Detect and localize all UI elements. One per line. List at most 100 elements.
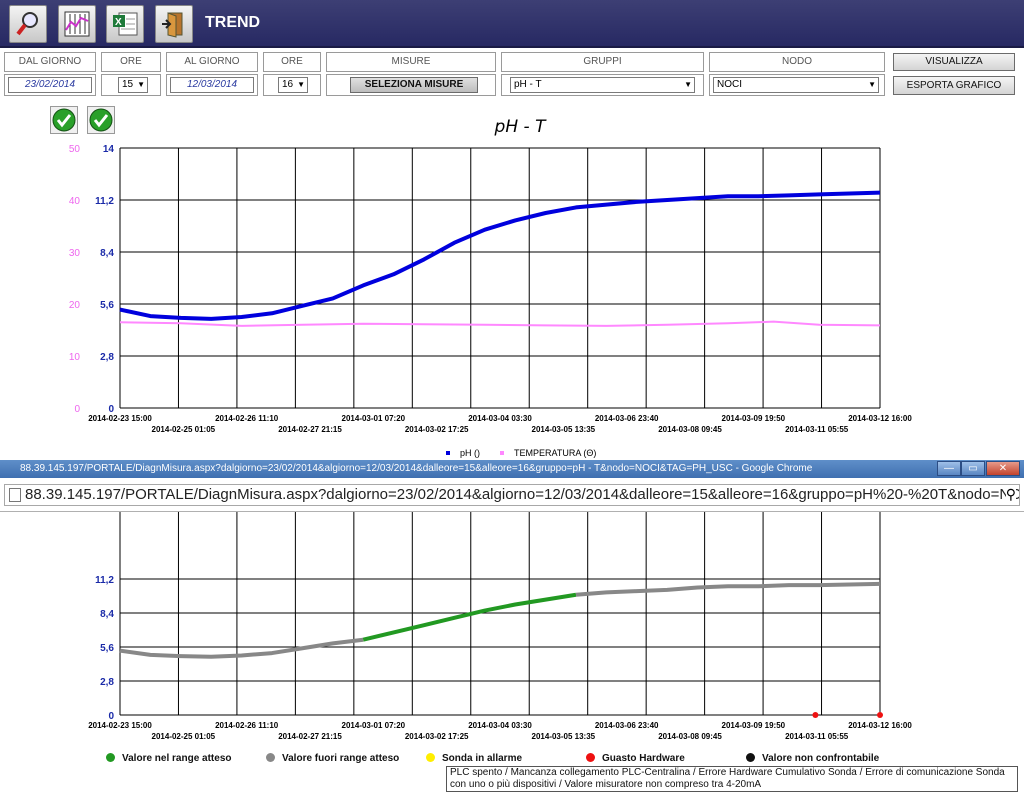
close-button[interactable]: ✕	[986, 461, 1020, 476]
search-icon[interactable]: ⚲	[1005, 486, 1016, 503]
x-tick-label: 2014-03-08 09:45	[658, 732, 722, 741]
legend-item[interactable]: Guasto Hardware	[586, 753, 685, 764]
legend-dot	[426, 753, 435, 762]
x-tick-label: 2014-03-02 17:25	[405, 425, 469, 434]
misure-cell: SELEZIONA MISURE	[326, 74, 496, 96]
ore-header-1: ORE	[101, 52, 161, 72]
y2-tick-label: 30	[69, 248, 81, 259]
dal-giorno-cell: 23/02/2014	[4, 74, 96, 96]
legend-item: Valore fuori range atteso	[266, 753, 399, 764]
trend-chart-button[interactable]	[58, 5, 96, 43]
svg-text:X: X	[115, 17, 122, 28]
series-line	[575, 581, 881, 597]
exit-button[interactable]	[155, 5, 193, 43]
filter-bar: DAL GIORNO ORE AL GIORNO ORE MISURE GRUP…	[0, 50, 1024, 98]
minimize-button[interactable]: —	[937, 461, 961, 476]
seleziona-misure-button[interactable]: SELEZIONA MISURE	[350, 77, 478, 93]
x-tick-label: 2014-02-23 15:00	[88, 721, 152, 730]
y-tick-label: 2,8	[100, 677, 114, 688]
ore-select-1[interactable]: 15 ▼	[118, 77, 148, 93]
y2-tick-label: 40	[69, 196, 81, 207]
x-tick-label: 2014-03-05 13:35	[532, 425, 596, 434]
door-exit-icon	[162, 12, 183, 38]
al-giorno-cell: 12/03/2014	[166, 74, 258, 96]
legend-item: Valore non confrontabile	[746, 753, 879, 764]
error-point	[877, 712, 883, 718]
gruppi-select[interactable]: pH - T ▼	[510, 77, 695, 93]
visualizza-button[interactable]: VISUALIZZA	[893, 53, 1015, 71]
maximize-button[interactable]: ▭	[961, 461, 985, 476]
ore-cell-1: 15 ▼	[101, 74, 161, 96]
page-icon	[9, 488, 21, 502]
legend-label: Sonda in allarme	[442, 753, 523, 764]
gruppi-cell: pH - T ▼	[501, 74, 704, 96]
esporta-grafico-button[interactable]: ESPORTA GRAFICO	[893, 76, 1015, 95]
legend-label: Guasto Hardware	[602, 753, 685, 764]
x-tick-label: 2014-02-26 11:10	[215, 721, 279, 730]
x-tick-label: 2014-02-27 21:15	[278, 732, 342, 741]
legend-dot	[266, 753, 275, 762]
ore-cell-2: 16 ▼	[263, 74, 321, 96]
x-tick-label: 2014-03-09 19:50	[722, 414, 786, 423]
nodo-select[interactable]: NOCI ▼	[713, 77, 879, 93]
excel-icon: X	[113, 12, 138, 36]
close-icon: ✕	[998, 463, 1008, 474]
dropdown-arrow-icon: ▼	[137, 80, 145, 89]
chart-icon	[64, 11, 90, 37]
url-input[interactable]: 88.39.145.197/PORTALE/DiagnMisura.aspx?d…	[4, 484, 1020, 506]
x-tick-label: 2014-03-04 03:30	[468, 721, 532, 730]
dropdown-arrow-icon: ▼	[868, 80, 876, 89]
series-line	[362, 592, 577, 642]
x-tick-label: 2014-03-01 07:20	[342, 414, 406, 423]
gruppi-header: GRUPPI	[501, 52, 704, 72]
trend-chart-bottom: 11,28,45,62,802014-02-23 15:00 2014-02-26…	[88, 512, 912, 741]
excel-export-button[interactable]: X	[106, 5, 144, 43]
browser-title-bar: 88.39.145.197/PORTALE/DiagnMisura.aspx?d…	[0, 460, 1024, 478]
x-tick-label: 2014-03-05 13:35	[532, 732, 596, 741]
al-giorno-header: AL GIORNO	[166, 52, 258, 72]
tooltip: PLC spento / Mancanza collegamento PLC-C…	[446, 766, 1018, 792]
search-tool-button[interactable]	[9, 5, 47, 43]
x-tick-label: 2014-03-06 23:40	[595, 721, 659, 730]
ore-header-2: ORE	[263, 52, 321, 72]
y-tick-label: 11,2	[95, 196, 114, 207]
legend-label: Valore non confrontabile	[762, 753, 880, 764]
legend-label: pH ()	[460, 448, 480, 458]
ore-select-2[interactable]: 16 ▼	[278, 77, 308, 93]
minimize-icon: —	[944, 463, 954, 474]
legend-label: TEMPERATURA (Θ)	[514, 448, 596, 458]
y-tick-label: 8,4	[100, 248, 114, 259]
y-tick-label: 2,8	[100, 352, 114, 363]
app-window: X TREND DAL GIORNO ORE AL GIORNO ORE MIS…	[0, 0, 1024, 796]
dal-giorno-input[interactable]: 23/02/2014	[8, 77, 92, 93]
y-tick-label: 5,6	[100, 300, 114, 311]
legend-label: Valore fuori range atteso	[282, 753, 400, 764]
dropdown-arrow-icon: ▼	[297, 80, 305, 89]
y2-tick-label: 10	[69, 352, 81, 363]
gruppi-select-value: pH - T	[514, 79, 542, 90]
x-tick-label: 2014-02-23 15:00	[88, 414, 152, 423]
legend-item: Valore nel range atteso	[106, 753, 232, 764]
legend-item: Sonda in allarme	[426, 753, 522, 764]
header-bar: X TREND	[0, 0, 1024, 48]
y2-tick-label: 50	[69, 144, 81, 155]
legend-dot	[746, 753, 755, 762]
ore-select-1-value: 15	[122, 79, 134, 90]
address-bar: 88.39.145.197/PORTALE/DiagnMisura.aspx?d…	[0, 478, 1024, 512]
y-tick-label: 5,6	[100, 643, 114, 654]
page-title: TREND	[205, 14, 261, 31]
search-icon	[16, 12, 38, 36]
x-tick-label: 2014-03-02 17:25	[405, 732, 469, 741]
browser-title: 88.39.145.197/PORTALE/DiagnMisura.aspx?d…	[20, 463, 813, 474]
al-giorno-input[interactable]: 12/03/2014	[170, 77, 254, 93]
y2-tick-label: 20	[69, 300, 81, 311]
x-tick-label: 2014-03-11 05:55	[785, 732, 849, 741]
y-tick-label: 11,2	[95, 575, 114, 586]
misure-header: MISURE	[326, 52, 496, 72]
nodo-cell: NOCI ▼	[709, 74, 885, 96]
x-tick-label: 2014-03-04 03:30	[468, 414, 532, 423]
x-tick-label: 2014-02-25 01:05	[152, 425, 216, 434]
y-tick-label: 8,4	[100, 609, 114, 620]
x-tick-label: 2014-03-12 16:00	[848, 721, 912, 730]
nodo-select-value: NOCI	[717, 79, 742, 90]
